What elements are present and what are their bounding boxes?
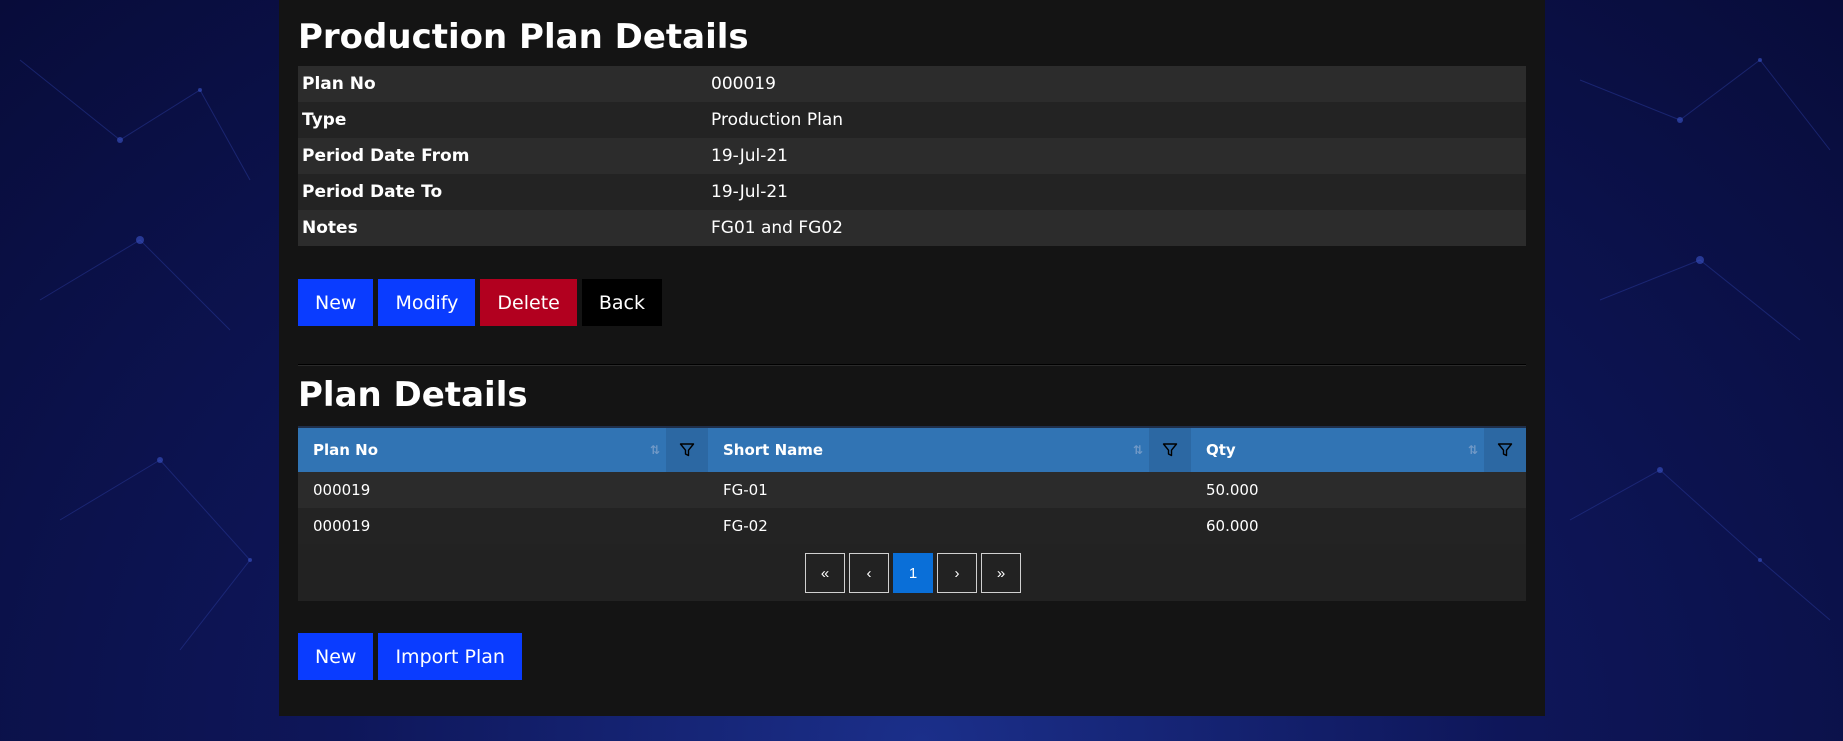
table-row[interactable]: 000019 FG-02 60.000 — [298, 508, 1526, 544]
column-header-label: Qty — [1206, 441, 1236, 459]
import-plan-button[interactable]: Import Plan — [378, 633, 522, 680]
cell-qty: 50.000 — [1206, 481, 1259, 499]
content-panel: Production Plan Details Plan No 000019 T… — [279, 0, 1545, 716]
prev-page-button[interactable]: ‹ — [849, 553, 889, 593]
detail-value: 000019 — [707, 66, 1526, 102]
detail-value: FG01 and FG02 — [707, 210, 1526, 246]
sort-icon[interactable]: ⇅ — [1460, 443, 1484, 457]
grid-header: Plan No ⇅ Short Name ⇅ Qty ⇅ — [298, 428, 1526, 472]
column-header-qty[interactable]: Qty ⇅ — [1191, 428, 1526, 472]
filter-icon[interactable] — [1149, 428, 1191, 472]
cell-plan-no: 000019 — [313, 517, 371, 535]
detail-row-notes: Notes FG01 and FG02 — [298, 210, 1526, 246]
column-header-short-name[interactable]: Short Name ⇅ — [708, 428, 1191, 472]
back-button[interactable]: Back — [581, 279, 662, 326]
cell-short-name: FG-02 — [723, 517, 768, 535]
cell-short-name: FG-01 — [723, 481, 768, 499]
detail-value: Production Plan — [707, 102, 1526, 138]
detail-label: Plan No — [298, 66, 707, 102]
detail-label: Period Date From — [298, 138, 707, 174]
cell-qty: 60.000 — [1206, 517, 1259, 535]
filter-icon[interactable] — [666, 428, 708, 472]
section-divider — [298, 364, 1526, 366]
detail-label: Notes — [298, 210, 707, 246]
filter-icon[interactable] — [1484, 428, 1526, 472]
page-title: Production Plan Details — [298, 17, 749, 57]
detail-label: Type — [298, 102, 707, 138]
column-header-label: Plan No — [313, 441, 379, 459]
grid-actions: New Import Plan — [298, 633, 522, 680]
detail-value: 19-Jul-21 — [707, 138, 1526, 174]
plan-details-grid: Plan No ⇅ Short Name ⇅ Qty ⇅ 000019 FG-0… — [298, 426, 1526, 601]
section-title: Plan Details — [298, 375, 528, 415]
sort-icon[interactable]: ⇅ — [642, 443, 666, 457]
pagination: « ‹ 1 › » — [298, 553, 1526, 593]
table-row[interactable]: 000019 FG-01 50.000 — [298, 472, 1526, 508]
plan-details-table: Plan No 000019 Type Production Plan Peri… — [298, 66, 1526, 246]
last-page-button[interactable]: » — [981, 553, 1021, 593]
detail-row-type: Type Production Plan — [298, 102, 1526, 138]
first-page-button[interactable]: « — [805, 553, 845, 593]
detail-row-period-to: Period Date To 19-Jul-21 — [298, 174, 1526, 210]
new-item-button[interactable]: New — [298, 633, 374, 680]
delete-button[interactable]: Delete — [480, 279, 577, 326]
grid-body: 000019 FG-01 50.000 000019 FG-02 60.000 — [298, 472, 1526, 544]
modify-button[interactable]: Modify — [378, 279, 476, 326]
next-page-button[interactable]: › — [937, 553, 977, 593]
page-1-button[interactable]: 1 — [893, 553, 933, 593]
cell-plan-no: 000019 — [313, 481, 371, 499]
detail-row-plan-no: Plan No 000019 — [298, 66, 1526, 102]
detail-label: Period Date To — [298, 174, 707, 210]
detail-row-period-from: Period Date From 19-Jul-21 — [298, 138, 1526, 174]
column-header-label: Short Name — [723, 441, 824, 459]
detail-actions: New Modify Delete Back — [298, 279, 662, 326]
new-plan-button[interactable]: New — [298, 279, 374, 326]
sort-icon[interactable]: ⇅ — [1125, 443, 1149, 457]
column-header-plan-no[interactable]: Plan No ⇅ — [298, 428, 708, 472]
detail-value: 19-Jul-21 — [707, 174, 1526, 210]
